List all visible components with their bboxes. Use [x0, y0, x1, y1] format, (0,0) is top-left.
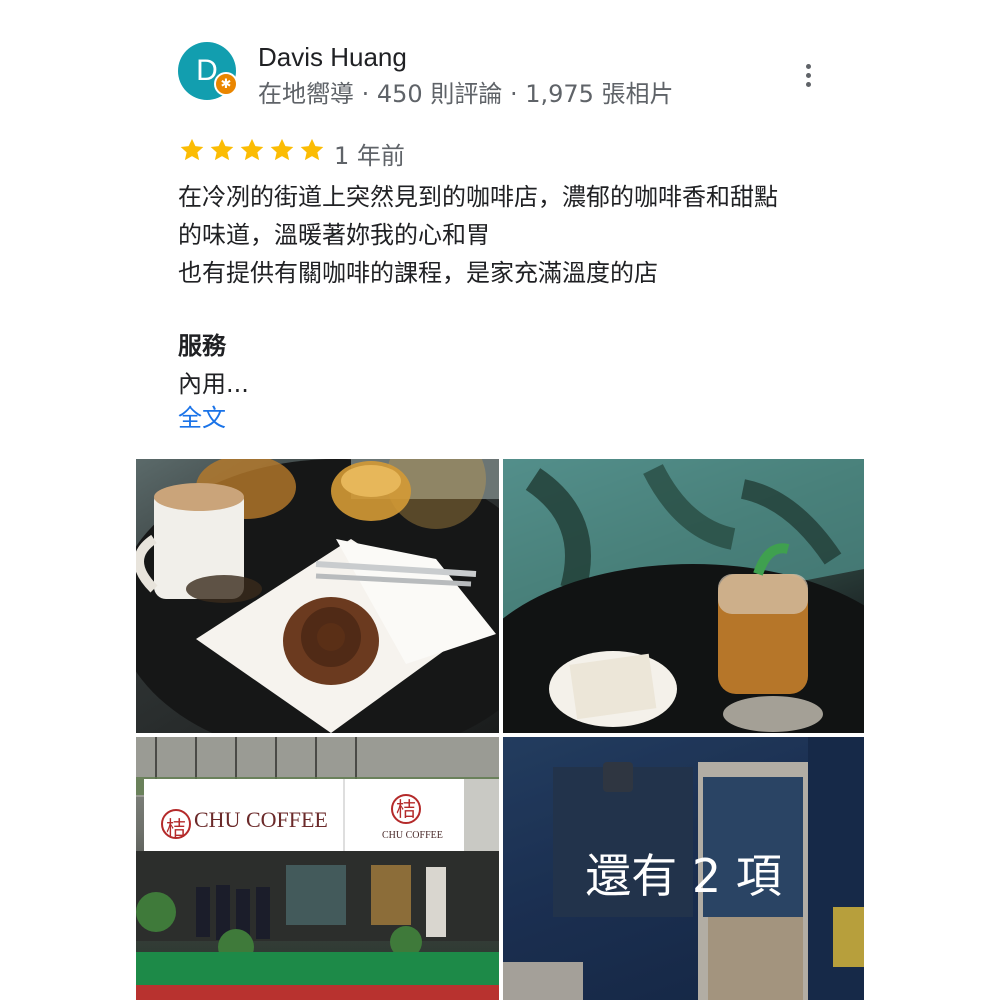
star-icon	[210, 138, 234, 161]
photo-storefront[interactable]: 桔 CHU COFFEE 桔 CHU COFFEE	[136, 737, 499, 1000]
full-text-link[interactable]: 全文	[178, 398, 226, 433]
star-icon	[300, 138, 324, 161]
reviewer-meta: 在地嚮導 · 450 則評論 · 1,975 張相片	[258, 80, 674, 108]
review-time: 1 年前	[334, 142, 405, 170]
photo-coffee-cinnamon-roll[interactable]	[136, 459, 499, 733]
service-section-title: 服務	[178, 332, 226, 360]
reviewer-avatar[interactable]: D ✱	[178, 42, 238, 100]
storefront-sign-name: CHU COFFEE	[194, 807, 328, 832]
storefront-sign-name-small: CHU COFFEE	[382, 830, 443, 841]
review-line: 在冷冽的街道上突然見到的咖啡店，濃郁的咖啡香和甜點	[178, 183, 778, 211]
service-section-value: 內用...	[178, 370, 249, 398]
storefront-logo: 桔	[166, 818, 186, 840]
local-guide-badge-icon: ✱	[214, 72, 238, 96]
review-line: 也有提供有關咖啡的課程，是家充滿溫度的店	[178, 259, 658, 287]
star-icon	[240, 138, 264, 161]
star-rating	[178, 136, 326, 164]
reviewer-name[interactable]: Davis Huang	[258, 42, 407, 73]
star-icon	[270, 138, 294, 161]
more-photos-overlay[interactable]: 還有 2 項	[503, 737, 864, 1000]
review-line: 的味道，溫暖著妳我的心和胃	[178, 221, 490, 249]
storefront-logo-small: 桔	[396, 799, 416, 821]
photo-teapot-tray[interactable]	[503, 459, 864, 733]
photo-interior-more[interactable]: 還有 2 項	[503, 737, 864, 1000]
star-icon	[180, 138, 204, 161]
more-vert-icon	[805, 63, 811, 69]
more-photos-label: 還有 2 項	[585, 848, 782, 903]
review-text: 在冷冽的街道上突然見到的咖啡店，濃郁的咖啡香和甜點 的味道，溫暖著妳我的心和胃 …	[178, 178, 778, 292]
more-options-button[interactable]	[794, 58, 822, 92]
